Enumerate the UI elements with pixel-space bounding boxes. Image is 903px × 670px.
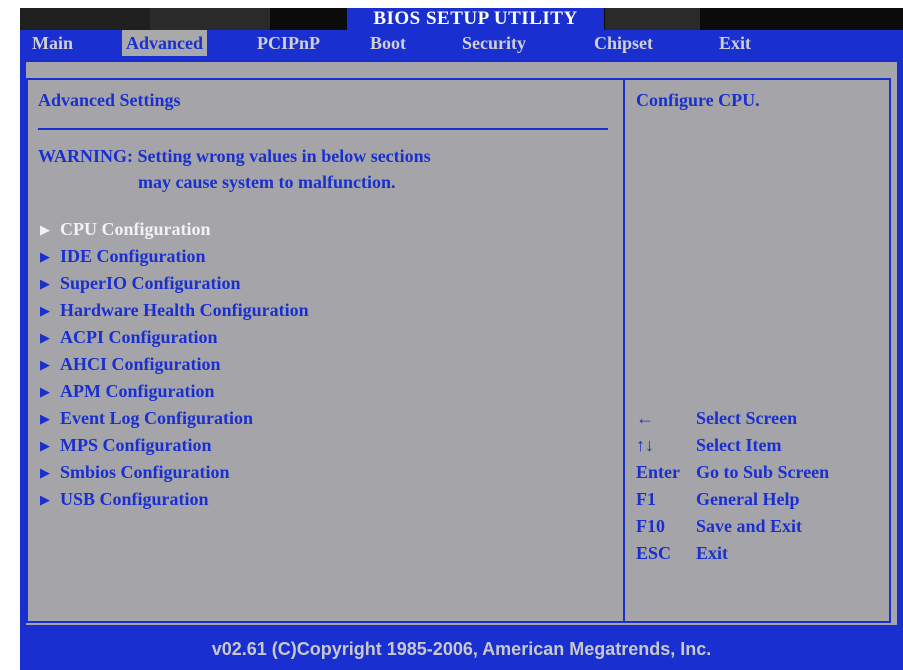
- help-key: F10: [636, 516, 665, 536]
- help-key-row: F1 General Help: [636, 486, 799, 512]
- help-key: ESC: [636, 543, 672, 563]
- title-strip-segment: [20, 8, 150, 30]
- submenu-label: MPS Configuration: [60, 435, 212, 455]
- submenu-label: Hardware Health Configuration: [60, 300, 309, 320]
- help-key-row: Enter Go to Sub Screen: [636, 459, 829, 485]
- submenu-label: ACPI Configuration: [60, 327, 218, 347]
- menu-advanced[interactable]: Advanced: [122, 30, 208, 56]
- submenu-mps-configuration[interactable]: ▶ MPS Configuration: [40, 432, 212, 458]
- submenu-label: AHCI Configuration: [60, 354, 221, 374]
- menu-chipset[interactable]: Chipset: [590, 30, 657, 56]
- help-key: Enter: [636, 462, 680, 482]
- help-action: Go to Sub Screen: [696, 462, 830, 482]
- submenu-arrow-icon: ▶: [40, 249, 50, 264]
- menu-pcipnp[interactable]: PCIPnP: [253, 30, 324, 56]
- submenu-label: Event Log Configuration: [60, 408, 254, 428]
- bios-screen: BIOS SETUP UTILITY Main Advanced PCIPnP …: [0, 0, 903, 670]
- menu-exit[interactable]: Exit: [715, 30, 755, 56]
- main-panel: Advanced Settings WARNING: Setting wrong…: [26, 62, 897, 625]
- warning-line-1: WARNING: Setting wrong values in below s…: [38, 146, 431, 166]
- submenu-arrow-icon: ▶: [40, 492, 50, 507]
- title-strip-segment: [150, 8, 270, 30]
- help-key-row: ESC Exit: [636, 540, 728, 566]
- warning-line-2: may cause system to malfunction.: [138, 172, 396, 192]
- help-key-row: F10 Save and Exit: [636, 513, 802, 539]
- submenu-hardware-health-configuration[interactable]: ▶ Hardware Health Configuration: [40, 297, 309, 323]
- panel-heading: Advanced Settings: [38, 90, 181, 110]
- submenu-label: IDE Configuration: [60, 246, 206, 266]
- help-action: Save and Exit: [696, 516, 803, 536]
- submenu-arrow-icon: ▶: [40, 465, 50, 480]
- panel-divider: [623, 78, 625, 623]
- submenu-label: SuperIO Configuration: [60, 273, 241, 293]
- submenu-label: APM Configuration: [60, 381, 215, 401]
- help-action: Select Item: [696, 435, 782, 455]
- app-title: BIOS SETUP UTILITY: [347, 8, 604, 30]
- menu-security[interactable]: Security: [458, 30, 530, 56]
- menu-boot[interactable]: Boot: [366, 30, 410, 56]
- submenu-label: Smbios Configuration: [60, 462, 230, 482]
- submenu-arrow-icon: ▶: [40, 411, 50, 426]
- heading-underline: [38, 128, 608, 130]
- submenu-event-log-configuration[interactable]: ▶ Event Log Configuration: [40, 405, 253, 431]
- submenu-superio-configuration[interactable]: ▶ SuperIO Configuration: [40, 270, 241, 296]
- submenu-arrow-icon: ▶: [40, 222, 50, 237]
- help-action: General Help: [696, 489, 800, 509]
- copyright-footer: v02.61 (C)Copyright 1985-2006, American …: [20, 631, 903, 670]
- body-area: Advanced Settings WARNING: Setting wrong…: [20, 56, 903, 631]
- submenu-cpu-configuration[interactable]: ▶ CPU Configuration: [40, 216, 211, 242]
- menu-bar: Main Advanced PCIPnP Boot Security Chips…: [20, 30, 903, 56]
- help-action: Select Screen: [696, 408, 798, 428]
- submenu-arrow-icon: ▶: [40, 438, 50, 453]
- submenu-arrow-icon: ▶: [40, 330, 50, 345]
- submenu-acpi-configuration[interactable]: ▶ ACPI Configuration: [40, 324, 218, 350]
- help-key: ↑↓: [636, 435, 654, 455]
- submenu-smbios-configuration[interactable]: ▶ Smbios Configuration: [40, 459, 230, 485]
- submenu-ahci-configuration[interactable]: ▶ AHCI Configuration: [40, 351, 221, 377]
- help-action: Exit: [696, 543, 729, 563]
- help-key: F1: [636, 489, 656, 509]
- submenu-ide-configuration[interactable]: ▶ IDE Configuration: [40, 243, 206, 269]
- submenu-arrow-icon: ▶: [40, 276, 50, 291]
- submenu-arrow-icon: ▶: [40, 384, 50, 399]
- submenu-apm-configuration[interactable]: ▶ APM Configuration: [40, 378, 215, 404]
- submenu-label: USB Configuration: [60, 489, 209, 509]
- help-description: Configure CPU.: [636, 90, 760, 110]
- help-key-row: ← Select Screen: [636, 405, 797, 431]
- submenu-usb-configuration[interactable]: ▶ USB Configuration: [40, 486, 209, 512]
- help-key: ←: [636, 408, 654, 428]
- submenu-arrow-icon: ▶: [40, 357, 50, 372]
- submenu-label: CPU Configuration: [60, 219, 211, 239]
- help-key-row: ↑↓ Select Item: [636, 432, 781, 458]
- submenu-arrow-icon: ▶: [40, 303, 50, 318]
- menu-main[interactable]: Main: [28, 30, 77, 56]
- title-strip-segment: [605, 8, 700, 30]
